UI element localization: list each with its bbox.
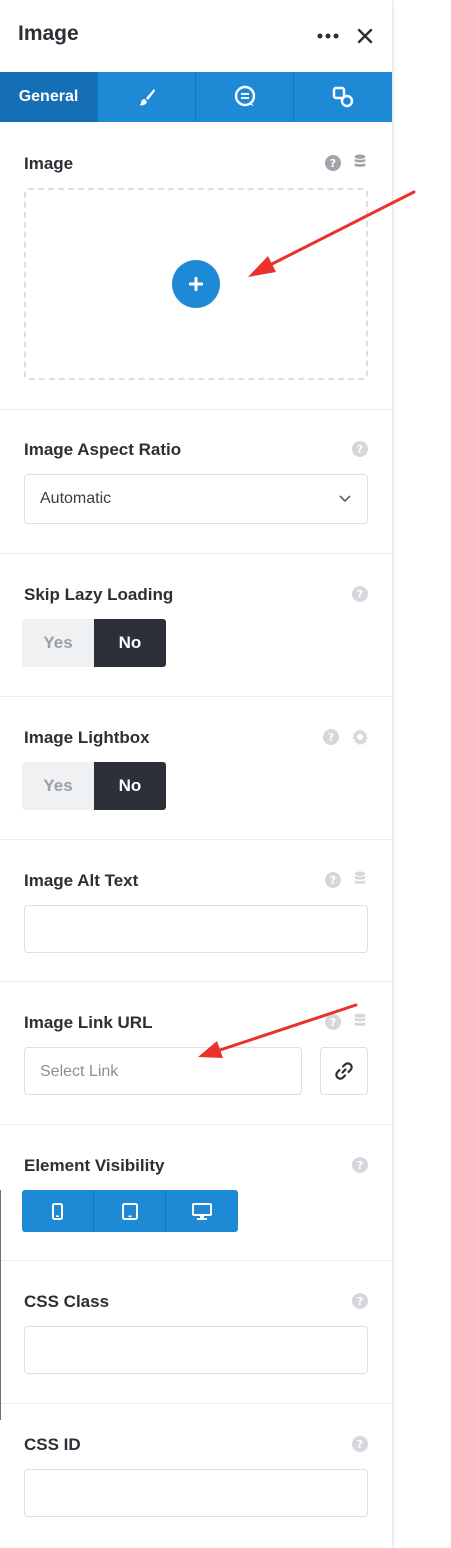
visibility-mobile-button[interactable] (22, 1190, 94, 1232)
left-edge-line (0, 1190, 1, 1420)
link-url-placeholder: Select Link (40, 1063, 119, 1080)
svg-text:?: ? (357, 588, 363, 601)
lightbox-toggle: Yes No (22, 762, 166, 810)
lightbox-label: Image Lightbox (24, 728, 150, 747)
gear-icon[interactable] (352, 729, 368, 745)
shapes-icon (332, 86, 354, 108)
chat-bubble-icon (234, 85, 255, 107)
svg-text:?: ? (330, 1016, 336, 1029)
link-icon (335, 1062, 353, 1080)
css-id-label: CSS ID (24, 1435, 81, 1454)
add-image-button[interactable] (172, 260, 220, 308)
tab-general-label: General (18, 88, 79, 105)
plus-icon (189, 277, 203, 291)
dynamic-data-icon[interactable] (352, 1013, 368, 1029)
help-icon[interactable]: ? (325, 872, 341, 888)
css-class-input[interactable] (24, 1326, 368, 1374)
svg-text:?: ? (330, 874, 336, 887)
tab-style[interactable] (98, 72, 196, 122)
help-icon[interactable]: ? (352, 1293, 368, 1309)
panel-title: Image (18, 22, 79, 45)
tab-general[interactable]: General (0, 72, 98, 122)
css-id-input[interactable] (24, 1469, 368, 1517)
dynamic-data-icon[interactable] (352, 871, 368, 887)
mobile-icon (52, 1202, 63, 1220)
help-icon[interactable]: ? (352, 586, 368, 602)
svg-text:?: ? (357, 1295, 363, 1308)
help-icon[interactable]: ? (323, 729, 339, 745)
lightbox-yes-option[interactable]: Yes (22, 762, 94, 810)
aspect-ratio-label: Image Aspect Ratio (24, 440, 182, 459)
lightbox-no-option[interactable]: No (94, 762, 166, 810)
visibility-desktop-button[interactable] (166, 1190, 238, 1232)
svg-text:?: ? (330, 157, 336, 170)
link-url-label: Image Link URL (24, 1013, 153, 1032)
help-icon[interactable]: ? (352, 1436, 368, 1452)
visibility-tablet-button[interactable] (94, 1190, 166, 1232)
brush-icon (138, 89, 155, 106)
more-options-button[interactable] (314, 22, 342, 50)
help-icon[interactable]: ? (325, 155, 341, 171)
aspect-ratio-value: Automatic (40, 490, 112, 507)
lazy-loading-toggle: Yes No (22, 619, 166, 667)
ellipsis-icon (317, 33, 339, 39)
desktop-icon (192, 1202, 212, 1220)
select-link-button[interactable] (320, 1047, 368, 1095)
close-button[interactable] (351, 22, 379, 50)
svg-text:?: ? (357, 1438, 363, 1451)
tablet-icon (121, 1202, 138, 1220)
lazy-loading-no-option[interactable]: No (94, 619, 166, 667)
visibility-label: Element Visibility (24, 1156, 165, 1175)
tab-advanced[interactable] (294, 72, 392, 122)
close-icon (357, 28, 373, 44)
element-settings-panel: Image General Image ? Image Aspect Ratio… (0, 0, 393, 1548)
svg-text:?: ? (357, 443, 363, 456)
tab-interactions[interactable] (196, 72, 294, 122)
css-class-label: CSS Class (24, 1292, 110, 1311)
svg-text:?: ? (357, 1159, 363, 1172)
alt-text-input[interactable] (24, 905, 368, 953)
dynamic-data-icon[interactable] (352, 154, 368, 170)
alt-text-label: Image Alt Text (24, 871, 139, 890)
chevron-down-icon (339, 495, 351, 503)
panel-header: Image (0, 0, 392, 72)
svg-text:?: ? (328, 731, 334, 744)
lazy-loading-label: Skip Lazy Loading (24, 585, 174, 604)
link-url-input[interactable]: Select Link (24, 1047, 302, 1095)
device-visibility-group (22, 1190, 238, 1232)
lazy-loading-yes-option[interactable]: Yes (22, 619, 94, 667)
settings-tabs: General (0, 72, 392, 122)
help-icon[interactable]: ? (352, 441, 368, 457)
aspect-ratio-select[interactable]: Automatic (24, 474, 368, 524)
image-label: Image (24, 154, 74, 173)
help-icon[interactable]: ? (352, 1157, 368, 1173)
help-icon[interactable]: ? (325, 1014, 341, 1030)
